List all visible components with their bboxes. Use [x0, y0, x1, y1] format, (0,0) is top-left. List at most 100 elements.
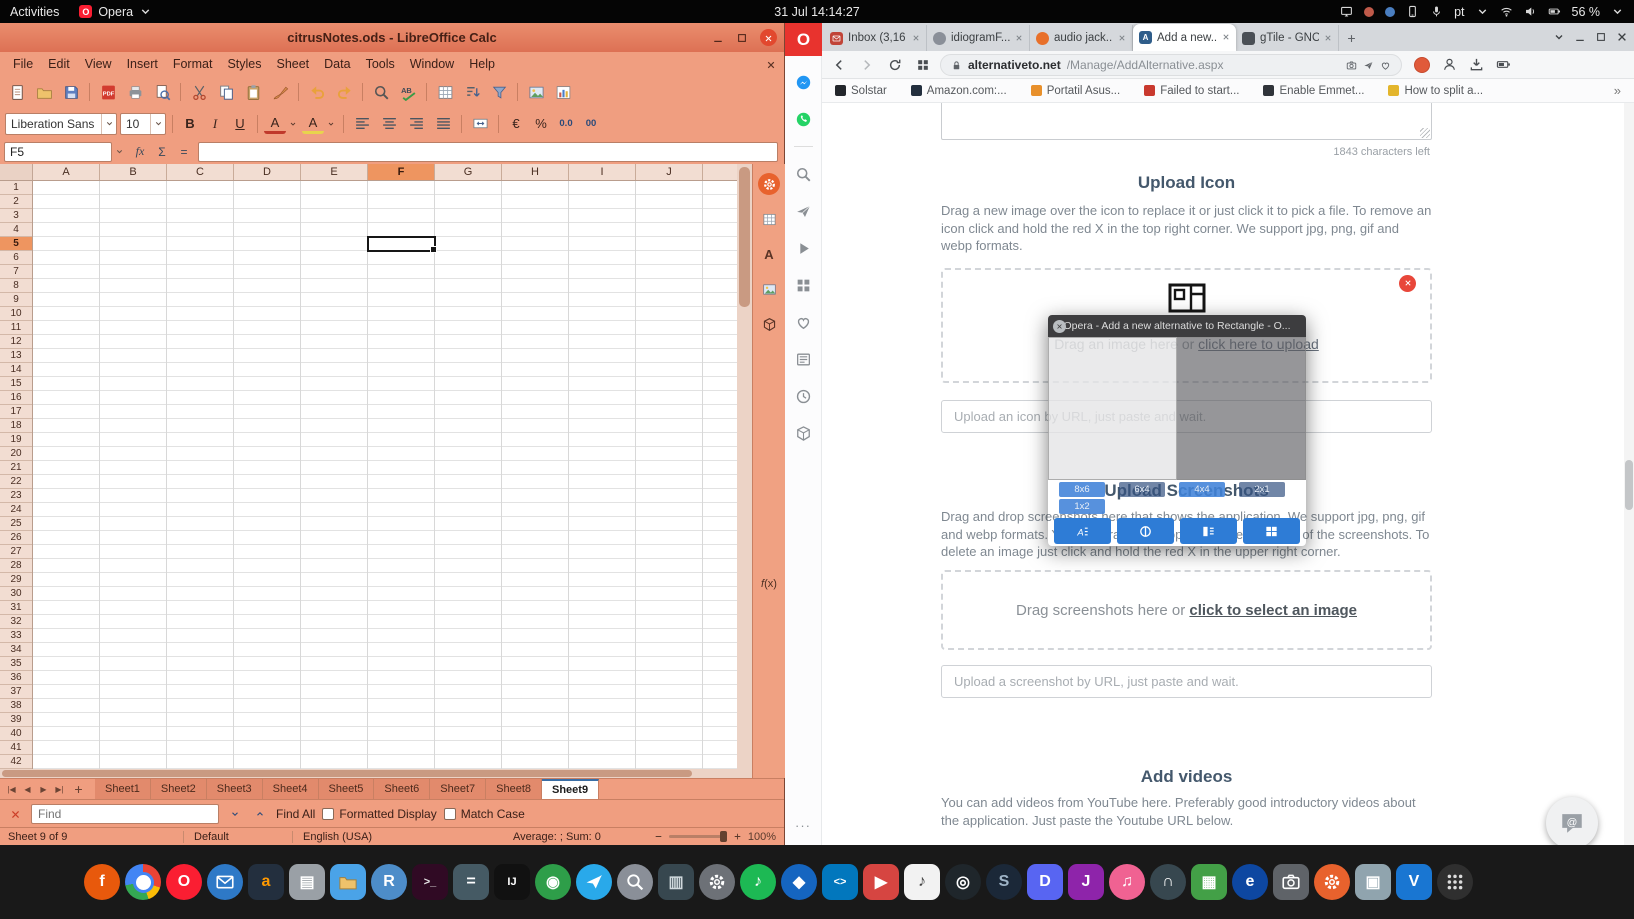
uploaded-icon-preview[interactable]: [1168, 283, 1206, 318]
minimize-button[interactable]: [712, 32, 724, 44]
gtile-tile-preview[interactable]: [1048, 337, 1306, 480]
sidebar-gallery-icon[interactable]: [758, 278, 780, 300]
redo-button[interactable]: [332, 80, 356, 104]
column-header-b[interactable]: B: [100, 164, 167, 180]
font-size-select[interactable]: 10: [120, 112, 166, 135]
column-header-i[interactable]: I: [569, 164, 636, 180]
row-header-4[interactable]: 4: [0, 223, 32, 237]
previous-sheet-button[interactable]: ◀: [20, 781, 35, 798]
row-header-35[interactable]: 35: [0, 657, 32, 671]
close-find-bar-button[interactable]: [7, 805, 24, 822]
dock-tweaks[interactable]: [699, 864, 735, 900]
dock-telegram[interactable]: [576, 864, 612, 900]
bookmark-item-3[interactable]: Failed to start...: [1144, 85, 1239, 97]
last-sheet-button[interactable]: ▶|: [52, 781, 67, 798]
dropdown-caret-icon[interactable]: [289, 120, 299, 128]
status-stats[interactable]: Average: ; Sum: 0: [513, 831, 601, 843]
row-header-10[interactable]: 10: [0, 307, 32, 321]
row-header-7[interactable]: 7: [0, 265, 32, 279]
autotile-button[interactable]: A: [1054, 518, 1111, 544]
row-header-40[interactable]: 40: [0, 727, 32, 741]
dock-obs-studio[interactable]: ◎: [945, 864, 981, 900]
menu-tools[interactable]: Tools: [359, 55, 402, 73]
copy-button[interactable]: [214, 80, 238, 104]
align-justified-button[interactable]: [431, 112, 455, 136]
messenger-icon[interactable]: [793, 72, 813, 92]
row-header-41[interactable]: 41: [0, 741, 32, 755]
bookmark-item-1[interactable]: Amazon.com:...: [910, 85, 1007, 97]
sheet-tab-sheet8[interactable]: Sheet8: [486, 778, 542, 800]
horizontal-scrollbar[interactable]: [0, 769, 737, 778]
print-preview-button[interactable]: [150, 80, 174, 104]
dock-virtualbox[interactable]: V: [1396, 864, 1432, 900]
screen-cast-icon[interactable]: [1340, 5, 1353, 18]
highlight-color-button[interactable]: A: [302, 114, 324, 134]
column-header-e[interactable]: E: [301, 164, 368, 180]
next-sheet-button[interactable]: ▶: [36, 781, 51, 798]
column-header-f[interactable]: F: [368, 164, 435, 180]
reload-button[interactable]: [884, 54, 906, 76]
sheet-tab-sheet2[interactable]: Sheet2: [150, 778, 207, 800]
insert-image-button[interactable]: [524, 80, 548, 104]
formula-button[interactable]: =: [174, 142, 194, 162]
new-tab-button[interactable]: [1339, 26, 1363, 50]
sheet-tab-sheet6[interactable]: Sheet6: [374, 778, 431, 800]
cell-reference-input[interactable]: [4, 141, 112, 162]
downloads-icon[interactable]: [1469, 56, 1484, 74]
gtile-close-button[interactable]: [1053, 319, 1066, 333]
bookmarks-icon[interactable]: [793, 312, 813, 332]
save-button[interactable]: [59, 80, 83, 104]
row-header-3[interactable]: 3: [0, 209, 32, 223]
number-format-button[interactable]: 0.0: [555, 113, 577, 135]
tile-preview-left[interactable]: [1048, 337, 1177, 480]
zoom-slider-thumb[interactable]: [719, 831, 727, 842]
row-header-2[interactable]: 2: [0, 195, 32, 209]
menu-view[interactable]: View: [78, 55, 119, 73]
app-blue-icon[interactable]: [1385, 6, 1396, 17]
dock-calculator[interactable]: =: [453, 864, 489, 900]
chat-widget-button[interactable]: @: [1546, 797, 1598, 849]
menu-styles[interactable]: Styles: [220, 55, 268, 73]
first-sheet-button[interactable]: |◀: [4, 781, 19, 798]
sidebar-setup-button[interactable]: ···: [795, 818, 811, 833]
function-wizard-button[interactable]: fx: [130, 142, 150, 162]
status-page-style[interactable]: Default: [194, 831, 282, 843]
vertical-scrollbar[interactable]: [737, 164, 752, 778]
screenshot-select-link[interactable]: click to select an image: [1189, 602, 1357, 619]
page-scrollbar[interactable]: [1624, 103, 1634, 845]
dock-screenshot-tool[interactable]: ◉: [535, 864, 571, 900]
dock-rstudio[interactable]: R: [371, 864, 407, 900]
row-header-6[interactable]: 6: [0, 251, 32, 265]
browser-tab-4[interactable]: gTile - GNO...: [1236, 25, 1339, 51]
lock-icon[interactable]: [951, 58, 962, 72]
row-header-28[interactable]: 28: [0, 559, 32, 573]
row-header-33[interactable]: 33: [0, 629, 32, 643]
row-header-8[interactable]: 8: [0, 279, 32, 293]
spelling-button[interactable]: AB: [396, 80, 420, 104]
tab-close-icon[interactable]: [912, 32, 920, 44]
dock-files[interactable]: [330, 864, 366, 900]
dropdown-caret-icon[interactable]: [101, 113, 116, 134]
whatsapp-icon[interactable]: [793, 109, 813, 129]
speed-dial-button[interactable]: [912, 54, 934, 76]
menu-edit[interactable]: Edit: [41, 55, 77, 73]
description-textarea[interactable]: [941, 103, 1432, 140]
insert-chart-button[interactable]: [551, 80, 575, 104]
column-header-d[interactable]: D: [234, 164, 301, 180]
align-center-button[interactable]: [377, 112, 401, 136]
selected-cell[interactable]: [367, 236, 437, 253]
zoom-in-icon[interactable]: [733, 832, 742, 841]
dock-amazon[interactable]: a: [248, 864, 284, 900]
row-header-21[interactable]: 21: [0, 461, 32, 475]
underline-button[interactable]: U: [229, 113, 251, 135]
tab-close-icon[interactable]: [1015, 32, 1023, 44]
align-left-button[interactable]: [350, 112, 374, 136]
dock-text-editor[interactable]: ▤: [289, 864, 325, 900]
maximize-button[interactable]: [736, 32, 748, 44]
status-language[interactable]: English (USA): [303, 831, 503, 843]
sync-person-icon[interactable]: [1442, 56, 1457, 74]
back-button[interactable]: [828, 54, 850, 76]
dock-libreoffice-calc[interactable]: ▦: [1191, 864, 1227, 900]
dock-web-browser[interactable]: ◆: [781, 864, 817, 900]
italic-button[interactable]: I: [204, 113, 226, 135]
